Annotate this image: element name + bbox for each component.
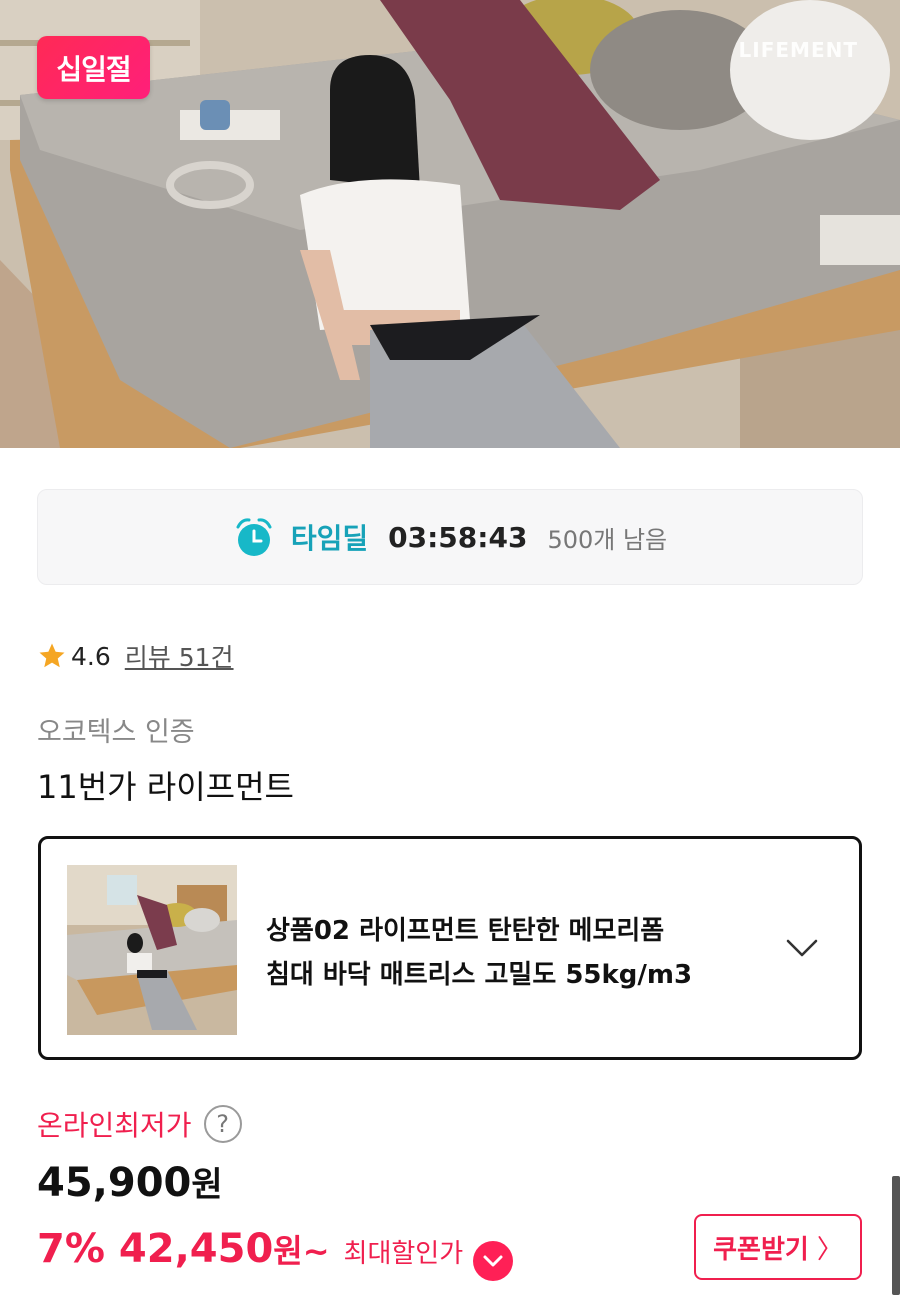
chevron-right-icon: 〉 <box>816 1234 843 1265</box>
lowest-price-label: 온라인최저가 <box>37 1109 192 1142</box>
question-icon[interactable]: ? <box>203 1105 242 1143</box>
certification-label: 오코텍스 인증 <box>37 717 195 748</box>
sale-price-unit: 원~ <box>273 1232 330 1270</box>
chevron-down-icon[interactable] <box>785 937 819 959</box>
review-count-link[interactable]: 리뷰 51건 <box>125 638 234 674</box>
option-title-line-2: 침대 바닥 매트리스 고밀도 55kg/m3 <box>266 960 693 990</box>
option-selector[interactable]: 상품02 라이프먼트 탄탄한 메모리폼 침대 바닥 매트리스 고밀도 55kg/… <box>38 836 862 1060</box>
product-hero-image[interactable]: 십일절 LIFEMENT <box>0 0 900 448</box>
rating-score: 4.6 <box>71 641 111 671</box>
product-rating: 4.6 리뷰 51건 <box>37 638 234 674</box>
max-discount-label: 최대할인가 <box>343 1239 464 1269</box>
option-title: 상품02 라이프먼트 탄탄한 메모리폼 침대 바닥 매트리스 고밀도 55kg/… <box>266 909 786 997</box>
chevron-down-circle-icon[interactable] <box>473 1241 514 1281</box>
scrollbar[interactable] <box>892 1176 900 1295</box>
time-deal-bar: 타임딜 03:58:43 500개 남음 <box>37 489 863 585</box>
sale-price-number: 42,450 <box>118 1226 274 1272</box>
option-title-line-1: 상품02 라이프먼트 탄탄한 메모리폼 <box>266 916 665 946</box>
original-price-number: 45,900 <box>37 1160 192 1206</box>
original-price-unit: 원 <box>191 1165 223 1205</box>
lowest-price-row: 온라인최저가 ? <box>37 1104 242 1144</box>
brand-watermark: LIFEMENT <box>738 38 858 62</box>
coupon-button-label: 쿠폰받기 <box>713 1234 809 1265</box>
event-badge: 십일절 <box>37 36 150 99</box>
original-price: 45,900원 <box>37 1157 223 1206</box>
seller-name[interactable]: 11번가 라이프먼트 <box>37 762 294 808</box>
countdown-timer: 03:58:43 <box>388 520 528 554</box>
star-icon <box>39 643 65 668</box>
time-deal-label: 타임딜 <box>290 522 369 555</box>
alarm-clock-icon <box>236 518 272 556</box>
discount-percent: 7% <box>37 1226 105 1272</box>
stock-remaining: 500개 남음 <box>547 525 668 554</box>
option-thumbnail <box>67 865 237 1035</box>
get-coupon-button[interactable]: 쿠폰받기 〉 <box>694 1214 862 1280</box>
sale-price-row: 7% 42,450 원~ 최대할인가 <box>37 1226 514 1281</box>
